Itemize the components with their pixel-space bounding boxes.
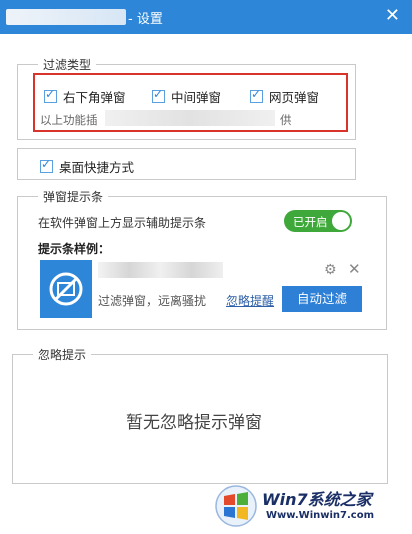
- checkbox-checked-icon[interactable]: [40, 157, 53, 173]
- toggle-label: 已开启: [293, 215, 328, 229]
- window-title: - 设置: [128, 12, 163, 27]
- feature-note-tail: 供: [280, 113, 292, 127]
- tip-sample-description: 过滤弹窗，远离骚扰: [98, 294, 207, 308]
- close-icon[interactable]: ✕: [348, 260, 361, 278]
- checkbox-desktop-shortcut[interactable]: 桌面快捷方式: [40, 157, 134, 176]
- checkbox-checked-icon[interactable]: [44, 87, 57, 103]
- toggle-knob: [332, 212, 350, 230]
- ignore-hints-legend: 忽略提示: [33, 346, 92, 363]
- app-name-blurred: [6, 9, 126, 25]
- watermark-url: Www.Winwin7.com: [266, 510, 375, 521]
- checkbox-label: 桌面快捷方式: [59, 160, 135, 175]
- popup-tip-legend: 弹窗提示条: [38, 188, 109, 205]
- blurred-sample-title: [98, 262, 223, 278]
- watermark-text: Win7系统之家: [262, 490, 372, 509]
- empty-ignore-message: 暂无忽略提示弹窗: [126, 413, 262, 433]
- checkbox-center-popup[interactable]: 中间弹窗: [152, 87, 221, 106]
- feature-note: 以上功能插: [40, 113, 98, 127]
- checkbox-checked-icon[interactable]: [152, 87, 165, 103]
- windows-logo-icon: [215, 485, 257, 527]
- popup-tip-toggle[interactable]: 已开启: [284, 210, 352, 232]
- filter-type-legend: 过滤类型: [38, 56, 97, 73]
- checkbox-label: 网页弹窗: [269, 90, 320, 105]
- popup-tip-description: 在软件弹窗上方显示辅助提示条: [38, 216, 207, 230]
- watermark: Win7系统之家 Www.Winwin7.com: [214, 482, 410, 532]
- tip-sample-label: 提示条样例：: [38, 242, 111, 256]
- checkbox-label: 右下角弹窗: [63, 90, 126, 105]
- checkbox-checked-icon[interactable]: [250, 87, 263, 103]
- ignore-reminder-link[interactable]: 忽略提醒: [226, 292, 274, 309]
- auto-filter-button[interactable]: 自动过滤: [282, 286, 362, 312]
- block-popup-icon: [40, 260, 92, 318]
- checkbox-label: 中间弹窗: [171, 90, 222, 105]
- close-icon[interactable]: ✕: [385, 5, 400, 26]
- checkbox-bottom-right-popup[interactable]: 右下角弹窗: [44, 87, 126, 106]
- checkbox-webpage-popup[interactable]: 网页弹窗: [250, 87, 319, 106]
- title-bar: - 设置 ✕: [0, 0, 412, 34]
- blurred-text: [105, 110, 275, 126]
- gear-icon[interactable]: ⚙: [324, 262, 337, 278]
